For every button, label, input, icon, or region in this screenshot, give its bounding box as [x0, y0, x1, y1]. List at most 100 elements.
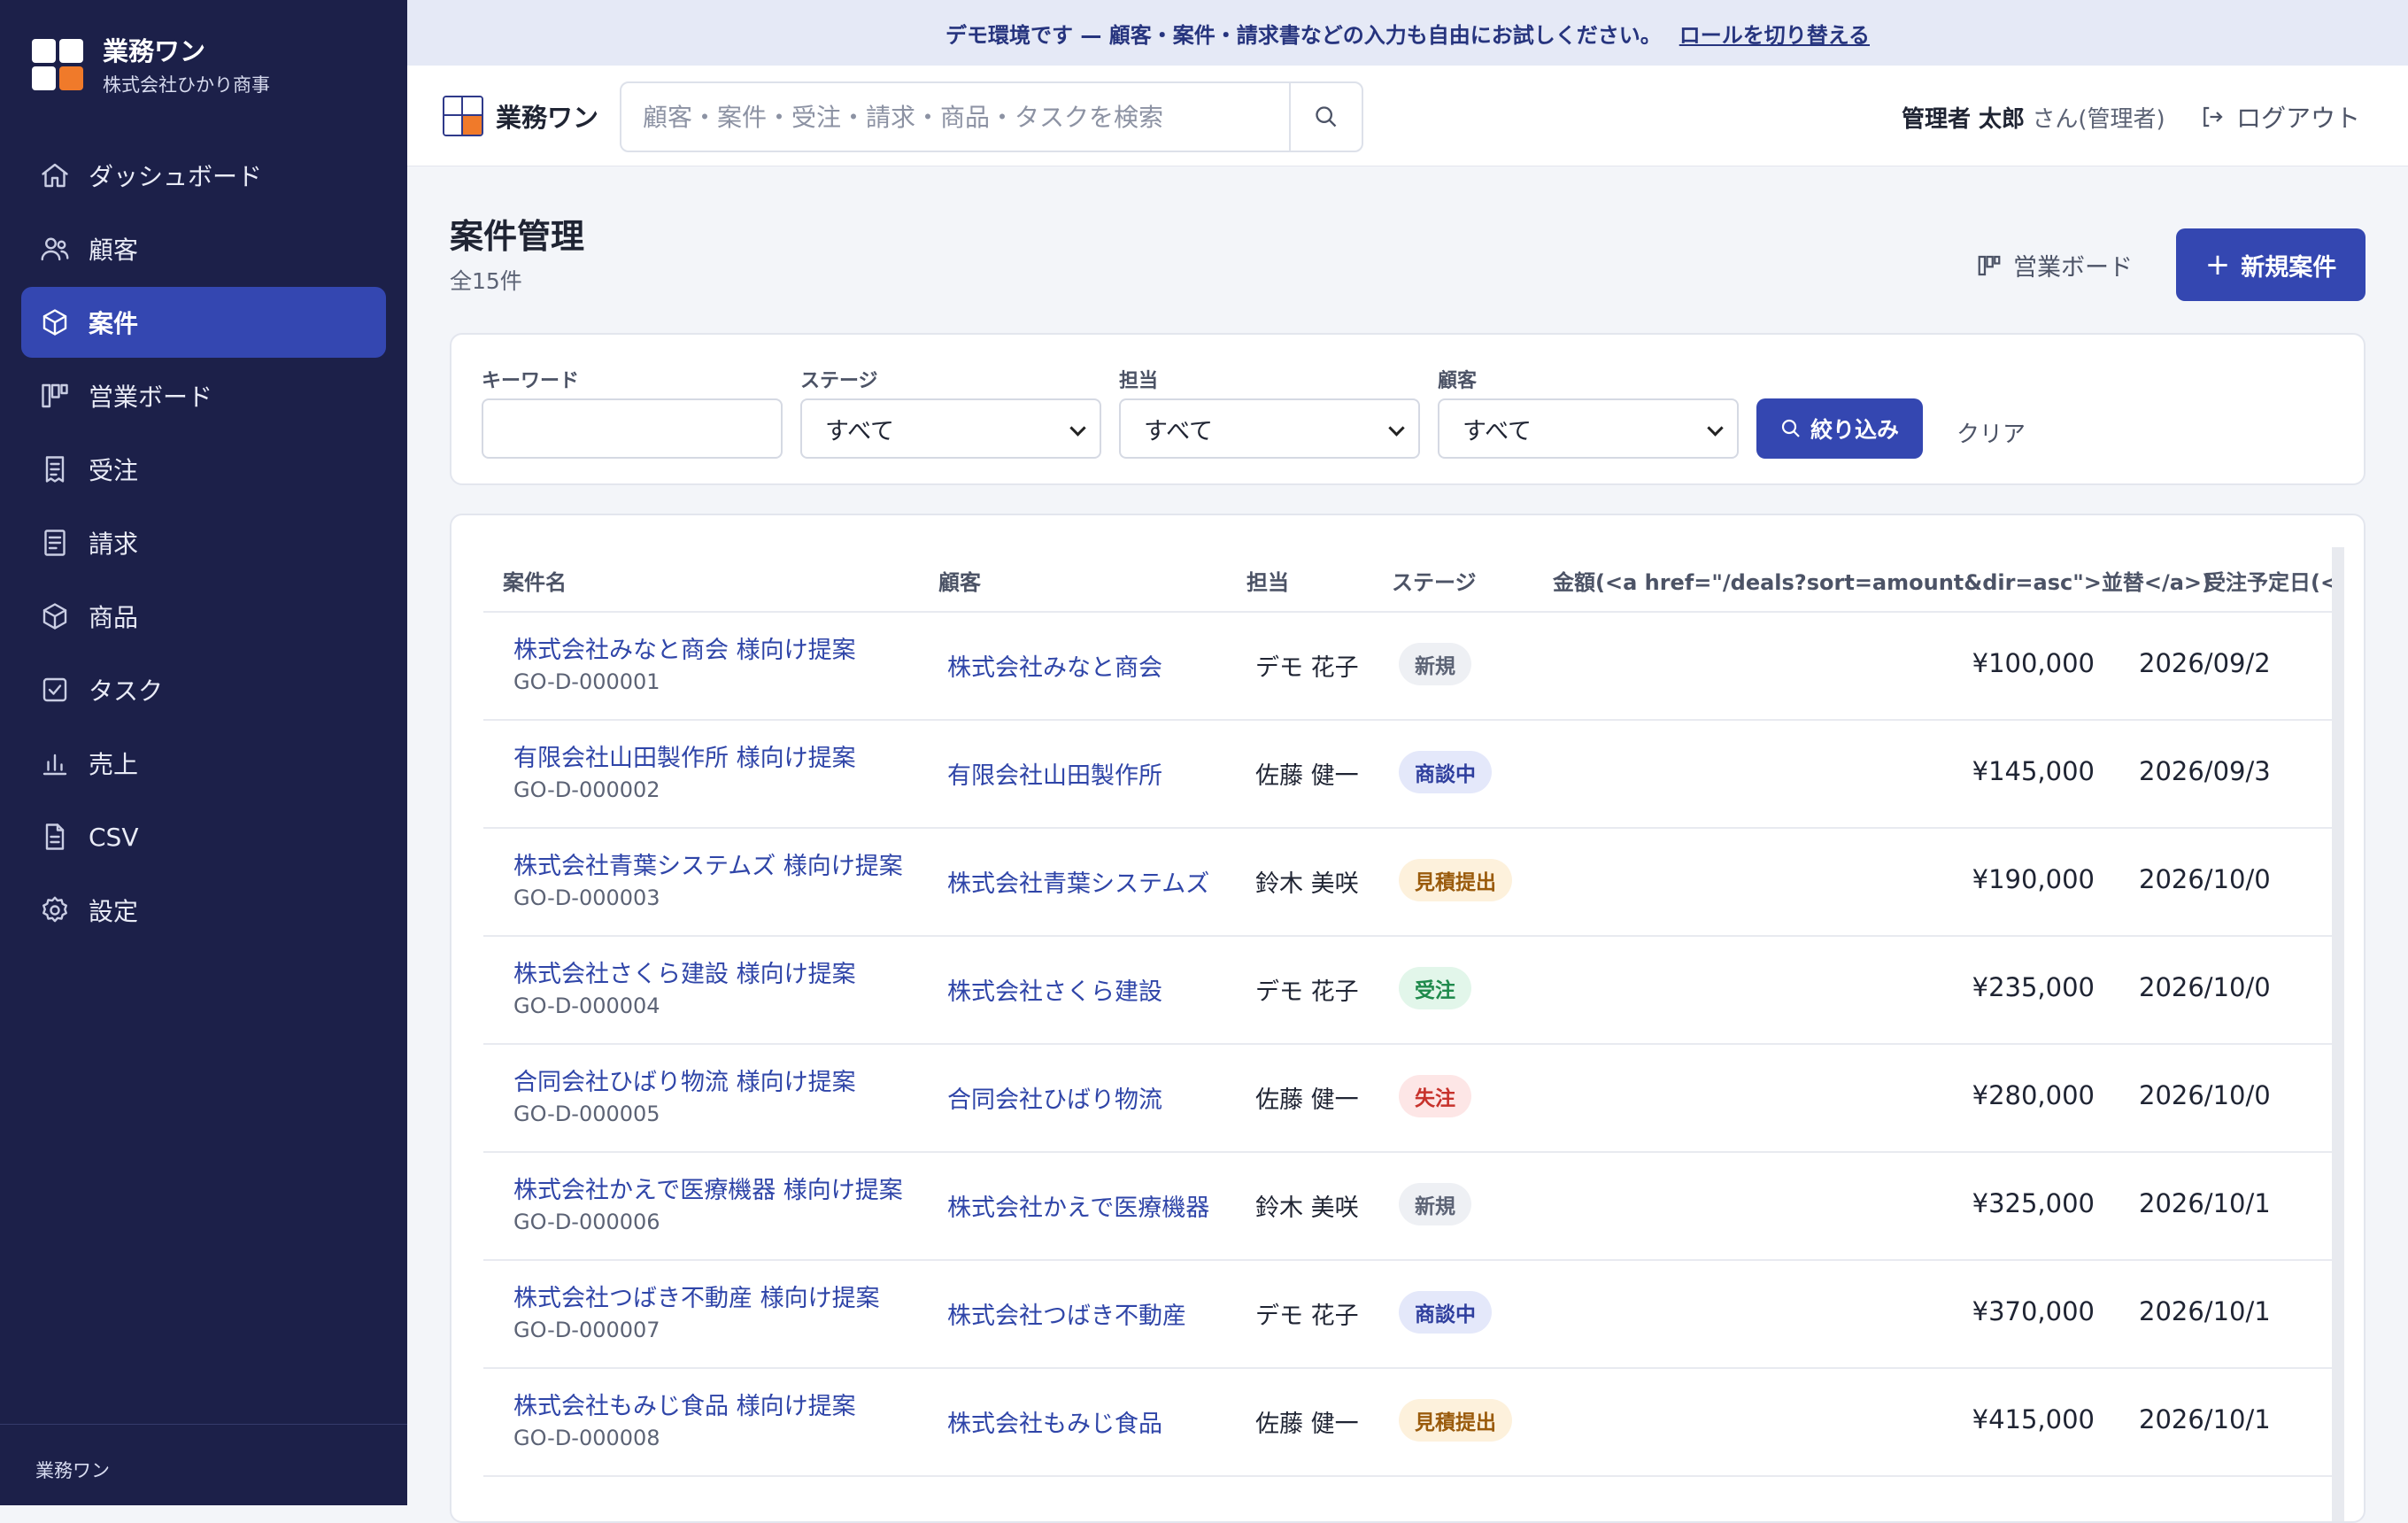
app-name: 業務ワン: [103, 36, 206, 66]
search-button[interactable]: [1289, 83, 1362, 151]
sidebar-item-label: 案件: [89, 309, 139, 338]
sidebar-item-5[interactable]: 受注: [21, 434, 386, 505]
cube-icon: [42, 309, 67, 336]
customer-link[interactable]: 合同会社ひばり物流: [947, 1080, 1162, 1115]
company-name: 株式会社ひかり商事: [103, 74, 270, 96]
deal-code: GO-D-000003: [513, 885, 660, 910]
header-app-name: 業務ワン: [496, 103, 599, 133]
search-icon: [1316, 106, 1337, 128]
plus-icon: +: [2204, 247, 2231, 282]
customer-link[interactable]: 株式会社もみじ食品: [947, 1404, 1162, 1439]
owner-name: デモ 花子: [1255, 1303, 1359, 1330]
bar-chart-icon: [42, 754, 67, 776]
keyword-input[interactable]: [482, 398, 783, 459]
expected-close-date: 2026/09/2: [2139, 648, 2271, 678]
stage-select-value: すべて: [825, 417, 895, 445]
deal-amount: ¥325,000: [1972, 1188, 2095, 1218]
deal-name-link[interactable]: 株式会社つばき不動産 様向け提案: [513, 1279, 880, 1313]
deal-name-link[interactable]: 株式会社青葉システムズ 様向け提案: [513, 847, 903, 881]
logout-label: ログアウト: [2236, 104, 2361, 133]
customer-link[interactable]: 株式会社かえで医療機器: [947, 1188, 1209, 1223]
deal-name-link[interactable]: 株式会社もみじ食品 様向け提案: [513, 1387, 856, 1421]
sidebar-item-4[interactable]: 営業ボード: [21, 360, 386, 431]
column-header-2: 顧客: [938, 570, 981, 595]
customer-link[interactable]: 株式会社青葉システムズ: [947, 864, 1209, 899]
table-row: 株式会社青葉システムズ 様向け提案 GO-D-000003 株式会社青葉システムズ 鈴…: [483, 827, 2334, 935]
sidebar-item-3[interactable]: 案件: [21, 287, 386, 358]
sidebar-item-label: タスク: [89, 676, 164, 706]
sidebar-item-label: 商品: [89, 603, 139, 632]
sales-board-link[interactable]: 営業ボード: [1976, 248, 2133, 282]
sidebar-item-7[interactable]: 商品: [21, 581, 386, 652]
user-name: 管理者 太郎: [1902, 106, 2026, 133]
switch-role-link[interactable]: ロールを切り替える: [1679, 18, 1870, 49]
customer-link[interactable]: 有限会社山田製作所: [947, 756, 1162, 791]
expected-close-date: 2026/10/1: [2139, 1404, 2271, 1434]
deal-code: GO-D-000004: [513, 993, 660, 1018]
owner-name: デモ 花子: [1255, 654, 1359, 682]
search-input[interactable]: [621, 83, 1289, 151]
kanban-icon: [42, 383, 68, 408]
sidebar-item-label: ダッシュボード: [89, 162, 263, 191]
app-logo-icon: [443, 96, 483, 136]
deal-name-link[interactable]: 株式会社みなと商会 様向け提案: [513, 630, 856, 665]
sidebar-item-label: 設定: [89, 897, 139, 926]
customer-select-value: すべて: [1463, 417, 1532, 445]
box-icon: [42, 603, 67, 630]
column-header-5[interactable]: 金額(<a href="/deals?sort=amount&dir=asc">…: [1553, 565, 2211, 596]
page-title: 案件管理: [450, 217, 585, 256]
owner-select-value: すべて: [1144, 417, 1214, 445]
sidebar-item-label: 受注: [89, 456, 139, 485]
sidebar-item-2[interactable]: 顧客: [21, 213, 386, 284]
filter-submit-label: 絞り込み: [1810, 417, 1899, 443]
filter-clear-button[interactable]: クリア: [1956, 416, 2026, 449]
deal-amount: ¥145,000: [1972, 756, 2095, 786]
deal-name-link[interactable]: 株式会社さくら建設 様向け提案: [513, 955, 856, 989]
filter-submit-button[interactable]: 絞り込み: [1756, 398, 1923, 459]
gear-icon: [42, 896, 67, 923]
customer-label: 顧客: [1438, 370, 1478, 392]
customer-select[interactable]: すべて: [1438, 398, 1739, 459]
owner-select[interactable]: すべて: [1119, 398, 1420, 459]
deal-amount: ¥100,000: [1972, 648, 2095, 678]
sidebar-nav: ダッシュボード 顧客案件営業ボード受注請求商品タスク売上 CSV 設定: [21, 140, 386, 948]
sidebar-item-label: 顧客: [89, 236, 139, 265]
column-header-6: 受注予定日(<: [2204, 570, 2334, 595]
sidebar-item-label: 請求: [89, 530, 139, 559]
users-icon: [41, 237, 69, 261]
horizontal-scrollbar[interactable]: [2332, 547, 2344, 1521]
sidebar-item-11[interactable]: 設定: [21, 875, 386, 946]
deal-name-link[interactable]: 有限会社山田製作所 様向け提案: [513, 738, 856, 773]
sidebar-item-1[interactable]: ダッシュボード: [21, 140, 386, 211]
table-row: 株式会社かえで医療機器 様向け提案 GO-D-000006 株式会社かえで医療機器 鈴…: [483, 1151, 2334, 1259]
logout-icon: [2203, 106, 2223, 128]
expected-close-date: 2026/10/0: [2139, 864, 2271, 894]
customer-link[interactable]: 株式会社つばき不動産: [947, 1296, 1186, 1331]
brand[interactable]: 業務ワン 株式会社ひかり商事: [32, 35, 270, 97]
checkbox-icon: [42, 677, 67, 702]
current-user: 管理者 太郎 さん(管理者): [1902, 101, 2165, 134]
deal-name-link[interactable]: 合同会社ひばり物流 様向け提案: [513, 1063, 856, 1097]
table-row: 株式会社つばき不動産 様向け提案 GO-D-000007 株式会社つばき不動産 デモ …: [483, 1259, 2334, 1367]
deal-name-link[interactable]: 株式会社かえで医療機器 様向け提案: [513, 1171, 903, 1205]
invoice-icon: [44, 530, 66, 556]
new-deal-button[interactable]: + 新規案件: [2176, 228, 2366, 301]
deal-code: GO-D-000002: [513, 777, 660, 802]
stage-badge: 見積提出: [1399, 859, 1512, 901]
header-brand[interactable]: 業務ワン: [443, 96, 598, 136]
deal-code: GO-D-000006: [513, 1210, 660, 1234]
deal-amount: ¥415,000: [1972, 1404, 2095, 1434]
stage-badge: 受注: [1399, 967, 1471, 1009]
sidebar-item-6[interactable]: 請求: [21, 507, 386, 578]
table-viewport: 案件名 顧客 担当 ステージ 金額(<a href="/deals?sort=amoun…: [452, 515, 2334, 1521]
customer-link[interactable]: 株式会社さくら建設: [947, 972, 1162, 1007]
sidebar-item-9[interactable]: 売上: [21, 728, 386, 799]
sidebar-item-8[interactable]: タスク: [21, 654, 386, 725]
deal-amount: ¥190,000: [1972, 864, 2095, 894]
sidebar-item-10[interactable]: CSV: [21, 801, 386, 872]
customer-link[interactable]: 株式会社みなと商会: [947, 648, 1162, 683]
stage-badge: 失注: [1399, 1075, 1471, 1117]
logout-button[interactable]: ログアウト: [2199, 99, 2360, 135]
stage-select[interactable]: すべて: [800, 398, 1101, 459]
app-logo-icon: [32, 39, 83, 90]
